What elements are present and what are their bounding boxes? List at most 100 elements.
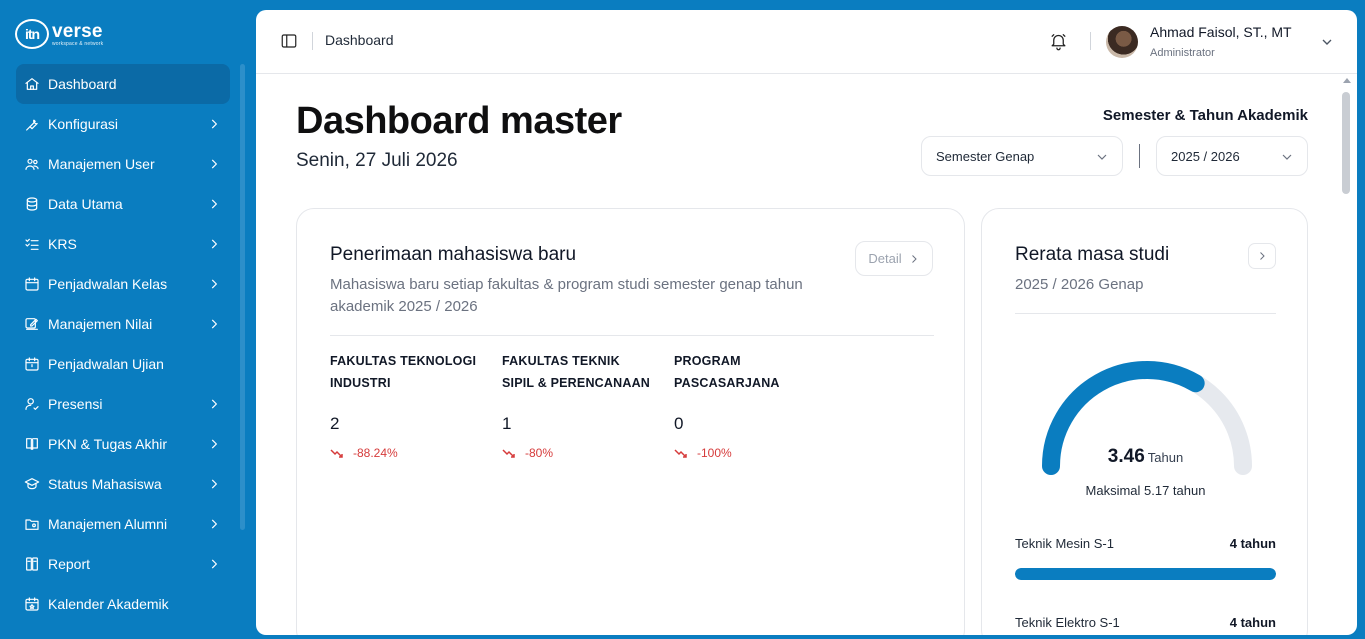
chevron-right-icon: [206, 476, 222, 492]
semester-select[interactable]: Semester Genap: [921, 136, 1123, 176]
faculty-delta: -80%: [502, 446, 654, 460]
sidebar-item-penjadwalan-ujian[interactable]: Penjadwalan Ujian: [16, 344, 230, 384]
divider: [1090, 32, 1091, 50]
breadcrumb[interactable]: Dashboard: [325, 32, 394, 48]
average-duration: 3.46: [1107, 446, 1145, 467]
faculty-count: 0: [674, 414, 684, 433]
chevron-right-icon: [1260, 252, 1265, 260]
faculty-stat: FAKULTAS TEKNIK SIPIL & PERENCANAAN 1 -8…: [502, 350, 654, 460]
user-role: Administrator: [1150, 47, 1215, 59]
faculty-delta: -88.24%: [330, 446, 482, 460]
page-scrollbar[interactable]: [1340, 74, 1352, 635]
topbar: Dashboard Ahmad Faisol, ST., MT Administ…: [256, 10, 1357, 74]
chevron-right-icon: [206, 116, 222, 132]
sidebar-scrollbar[interactable]: [240, 64, 245, 530]
sidebar-item-dashboard[interactable]: Dashboard: [16, 64, 230, 104]
logo-mark: itn: [15, 19, 49, 49]
divider: [1015, 313, 1276, 314]
new-students-card: Penerimaan mahasiswa baru Mahasiswa baru…: [296, 208, 965, 635]
sidebar-item-label: PKN & Tugas Akhir: [48, 436, 168, 452]
logo-tagline: workspace & network: [52, 40, 104, 47]
calendar-icon: [24, 276, 40, 292]
study-duration-card: Rerata masa studi 2025 / 2026 Genap 3.46…: [981, 208, 1308, 635]
report-icon: [24, 556, 40, 572]
program-duration: 4 tahun: [1229, 615, 1276, 630]
delta-value: -100%: [697, 446, 732, 460]
calendar-star-icon: [24, 596, 40, 612]
sidebar-item-label: Status Mahasiswa: [48, 476, 162, 492]
user-check-icon: [24, 396, 40, 412]
chevron-down-icon: [1094, 149, 1110, 165]
program-progress-bar: [1015, 568, 1276, 580]
sidebar-item-data-utama[interactable]: Data Utama: [16, 184, 230, 224]
sidebar-item-pkn-tugas-akhir[interactable]: PKN & Tugas Akhir: [16, 424, 230, 464]
delta-value: -80%: [525, 446, 554, 460]
bell-icon[interactable]: [1049, 31, 1069, 53]
chevron-down-icon: [1279, 149, 1295, 165]
sidebar-item-status-mahasiswa[interactable]: Status Mahasiswa: [16, 464, 230, 504]
card-subtitle: 2025 / 2026 Genap: [1015, 276, 1144, 293]
avatar[interactable]: [1106, 26, 1138, 58]
faculty-name: FAKULTAS TEKNIK SIPIL & PERENCANAAN: [502, 354, 651, 390]
max-duration: Maksimal 5.17 tahun: [1085, 483, 1206, 498]
page-title: Dashboard master: [296, 100, 622, 142]
chevron-down-icon[interactable]: [1319, 34, 1335, 50]
checklist-icon: [24, 236, 40, 252]
chevron-right-icon: [206, 196, 222, 212]
sidebar-item-manajemen-nilai[interactable]: Manajemen Nilai: [16, 304, 230, 344]
chevron-right-icon: [206, 276, 222, 292]
next-button[interactable]: [1248, 243, 1276, 269]
divider: [312, 32, 313, 50]
app-logo[interactable]: itn verse workspace & network: [15, 18, 103, 50]
trend-down-icon: [330, 449, 343, 458]
users-icon: [24, 156, 40, 172]
chevron-right-icon: [206, 396, 222, 412]
divider: [1139, 144, 1140, 168]
sidebar-item-krs[interactable]: KRS: [16, 224, 230, 264]
duration-unit: Tahun: [1147, 450, 1184, 465]
main-panel: Dashboard Ahmad Faisol, ST., MT Administ…: [256, 10, 1357, 635]
faculty-stat: FAKULTAS TEKNOLOGI INDUSTRI 2 -88.24%: [330, 350, 482, 460]
card-subtitle: Mahasiswa baru setiap fakultas & program…: [330, 276, 803, 315]
chevron-right-icon: [911, 254, 917, 263]
logo-word: verse: [52, 20, 103, 42]
scroll-up-arrow-icon[interactable]: [1343, 78, 1351, 83]
scroll-thumb[interactable]: [1342, 92, 1350, 194]
sidebar-item-konfigurasi[interactable]: Konfigurasi: [16, 104, 230, 144]
gauge-value: 3.46 Tahun: [982, 446, 1309, 468]
sidebar-item-presensi[interactable]: Presensi: [16, 384, 230, 424]
user-name[interactable]: Ahmad Faisol, ST., MT: [1150, 24, 1292, 40]
sidebar-item-label: Kalender Akademik: [48, 596, 169, 612]
card-title: Rerata masa studi: [1015, 244, 1170, 265]
academic-year-select[interactable]: 2025 / 2026: [1156, 136, 1308, 176]
faculty-delta: -100%: [674, 446, 826, 460]
sidebar-item-kalender-akademik[interactable]: Kalender Akademik: [16, 584, 230, 624]
edit-icon: [24, 316, 40, 332]
sidebar-item-label: Manajemen Alumni: [48, 516, 168, 532]
wrench-icon: [24, 116, 40, 132]
page-date: Senin, 27 Juli 2026: [296, 150, 458, 171]
sidebar-item-label: Penjadwalan Ujian: [48, 356, 164, 372]
card-title: Penerimaan mahasiswa baru: [330, 244, 577, 265]
faculty-name: PROGRAM PASCASARJANA: [674, 354, 780, 390]
sidebar-item-label: Presensi: [48, 396, 103, 412]
program-name: Teknik Elektro S-1: [1015, 615, 1120, 630]
sidebar-item-manajemen-alumni[interactable]: Manajemen Alumni: [16, 504, 230, 544]
sidebar-item-penjadwalan-kelas[interactable]: Penjadwalan Kelas: [16, 264, 230, 304]
trend-down-icon: [674, 449, 687, 458]
graduation-cap-icon: [24, 476, 40, 492]
sidebar-toggle-icon[interactable]: [280, 32, 300, 52]
divider: [330, 335, 934, 336]
detail-button-label: Detail: [868, 251, 902, 266]
sidebar-item-manajemen-user[interactable]: Manajemen User: [16, 144, 230, 184]
faculty-count: 1: [502, 414, 512, 433]
year-select-value: 2025 / 2026: [1171, 148, 1240, 164]
faculty-stat: PROGRAM PASCASARJANA 0 -100%: [674, 350, 826, 460]
detail-button[interactable]: Detail: [855, 241, 933, 276]
academic-period-label: Semester & Tahun Akademik: [1102, 107, 1308, 124]
chevron-right-icon: [206, 156, 222, 172]
sidebar-item-report[interactable]: Report: [16, 544, 230, 584]
sidebar-item-label: Report: [48, 556, 91, 572]
delta-value: -88.24%: [353, 446, 398, 460]
book-icon: [24, 436, 40, 452]
